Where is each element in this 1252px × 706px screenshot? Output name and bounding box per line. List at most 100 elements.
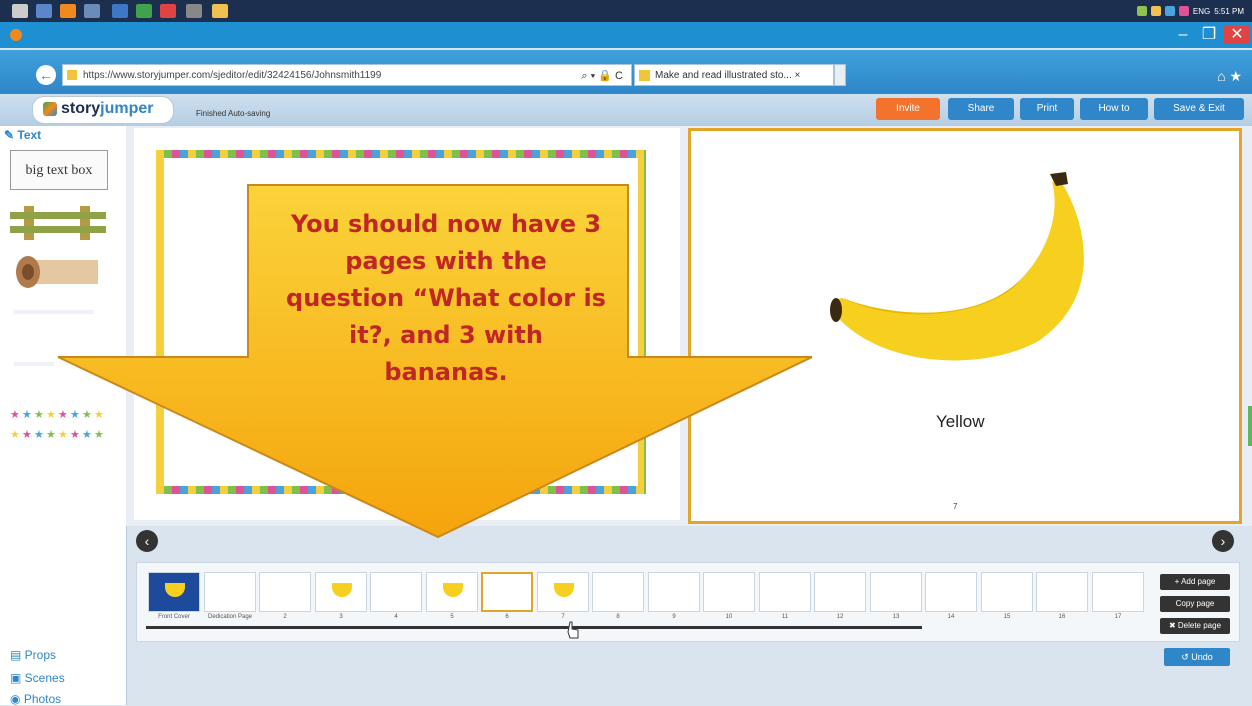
- address-bar[interactable]: https://www.storyjumper.com/sjeditor/edi…: [62, 64, 632, 86]
- page-thumbnail-label: 9: [672, 614, 676, 620]
- taskbar-app-icon[interactable]: [186, 4, 202, 18]
- page-thumbnail[interactable]: [925, 572, 977, 612]
- page-thumbnail-label: 16: [1058, 614, 1066, 620]
- tray-icon[interactable]: [1178, 6, 1189, 16]
- scenes-link[interactable]: ▣ Scenes: [10, 671, 65, 685]
- feedback-tab[interactable]: [1248, 406, 1252, 446]
- tray-icon[interactable]: [1164, 6, 1175, 16]
- tray-icon[interactable]: [1150, 6, 1161, 16]
- page-thumbnail-label: 13: [892, 614, 900, 620]
- page-thumbnail-label: 5: [450, 614, 454, 620]
- banana-image[interactable]: [820, 170, 1100, 370]
- page-thumbnail[interactable]: [259, 572, 311, 612]
- print-button[interactable]: Print: [1020, 98, 1074, 120]
- page-thumbnail[interactable]: [426, 572, 478, 612]
- page-thumbnail[interactable]: [592, 572, 644, 612]
- home-star-icons[interactable]: ⌂ ★: [1217, 68, 1242, 85]
- page-thumbnail[interactable]: [870, 572, 922, 612]
- media-player-icon: [10, 29, 22, 41]
- page-thumbnail[interactable]: [315, 572, 367, 612]
- back-button[interactable]: ←: [36, 65, 56, 85]
- undo-button[interactable]: ↺ Undo: [1164, 648, 1230, 666]
- page-thumbnail[interactable]: [481, 572, 533, 612]
- page-thumbnail-label: 11: [781, 614, 789, 620]
- taskbar-app-icon[interactable]: [112, 4, 128, 18]
- window-titlebar: [0, 22, 1252, 48]
- undo-label: Undo: [1191, 652, 1213, 662]
- thumbnail-scrollbar[interactable]: [146, 626, 922, 629]
- taskbar-app-icon[interactable]: [212, 4, 228, 18]
- save-exit-label: Save & Exit: [1173, 103, 1225, 114]
- address-bar-controls[interactable]: ⌕ ▾ 🔒 C: [581, 69, 623, 83]
- copy-page-button[interactable]: Copy page: [1160, 596, 1230, 612]
- delete-page-button[interactable]: ✖ Delete page: [1160, 618, 1230, 634]
- url-text[interactable]: https://www.storyjumper.com/sjeditor/edi…: [83, 70, 381, 81]
- page-thumbnail[interactable]: [814, 572, 866, 612]
- page-thumbnail-label: 14: [947, 614, 955, 620]
- instruction-text: You should now have 3 pages with the que…: [246, 206, 646, 391]
- page-thumbnail[interactable]: [703, 572, 755, 612]
- svg-text:★: ★: [22, 429, 32, 441]
- page-thumbnail-label: 3: [339, 614, 343, 620]
- page-thumbnail[interactable]: [981, 572, 1033, 612]
- tray-language[interactable]: ENG: [1193, 7, 1210, 16]
- tray-clock[interactable]: 5:51 PM: [1214, 7, 1244, 16]
- photos-link[interactable]: ◉ Photos: [10, 692, 61, 706]
- page-number: 7: [953, 502, 958, 511]
- hand-cursor-icon: [567, 621, 579, 639]
- page-thumbnail[interactable]: [370, 572, 422, 612]
- share-label: Share: [967, 103, 995, 114]
- taskbar-app-icon[interactable]: [160, 4, 176, 18]
- invite-button[interactable]: Invite: [876, 98, 940, 120]
- previous-page-button[interactable]: ‹: [136, 530, 158, 552]
- instruction-line: You should now have 3: [290, 210, 602, 238]
- svg-text:★: ★: [10, 429, 20, 441]
- page-thumbnail-label: Front Cover: [158, 614, 190, 620]
- text-header-label: Text: [17, 128, 42, 142]
- new-tab-button[interactable]: [834, 64, 846, 86]
- next-page-button[interactable]: ›: [1212, 530, 1234, 552]
- svg-text:★: ★: [22, 409, 32, 421]
- props-link[interactable]: ▤ Props: [10, 648, 56, 662]
- logo-mark-icon: [43, 102, 57, 116]
- taskbar-app-icon[interactable]: [36, 4, 52, 18]
- taskbar-app-icon[interactable]: [84, 4, 100, 18]
- system-tray: ENG 5:51 PM: [1136, 4, 1244, 18]
- page-thumbnail-label: 15: [1003, 614, 1011, 620]
- svg-text:★: ★: [10, 409, 20, 421]
- close-button[interactable]: ✕: [1224, 26, 1250, 44]
- browser-tab-active[interactable]: Make and read illustrated sto... ×: [634, 64, 834, 86]
- faint-prop[interactable]: [14, 362, 54, 366]
- page-thumbnail[interactable]: [148, 572, 200, 612]
- page-thumbnail[interactable]: [1036, 572, 1088, 612]
- tab-title[interactable]: Make and read illustrated sto... ×: [655, 70, 800, 81]
- page-thumbnail-label: 7: [561, 614, 565, 620]
- taskbar-app-icon[interactable]: [136, 4, 152, 18]
- storyjumper-logo[interactable]: storyjumper: [32, 96, 174, 124]
- minimize-button[interactable]: –: [1172, 26, 1194, 44]
- page-thumbnail-label: 12: [836, 614, 844, 620]
- taskbar: ENG 5:51 PM: [0, 0, 1252, 22]
- autosave-status: Finished Auto-saving: [196, 109, 271, 118]
- text-section-header[interactable]: ✎ Text: [4, 128, 41, 142]
- page-thumbnail[interactable]: [204, 572, 256, 612]
- share-button[interactable]: Share: [948, 98, 1014, 120]
- tray-icon[interactable]: [1136, 6, 1147, 16]
- restore-button[interactable]: ❐: [1198, 26, 1220, 44]
- page-thumbnail[interactable]: [1092, 572, 1144, 612]
- how-to-button[interactable]: How to: [1080, 98, 1148, 120]
- page-thumbnail-label: 10: [725, 614, 733, 620]
- props-label: Props: [24, 648, 57, 662]
- page-thumbnail[interactable]: [648, 572, 700, 612]
- add-page-button[interactable]: + Add page: [1160, 574, 1230, 590]
- banana-thumb-icon: [443, 583, 463, 597]
- page-thumbnail[interactable]: [759, 572, 811, 612]
- color-caption[interactable]: Yellow: [936, 412, 985, 432]
- site-favicon-icon: [67, 70, 77, 80]
- page-thumbnail[interactable]: [537, 572, 589, 612]
- save-exit-button[interactable]: Save & Exit: [1154, 98, 1244, 120]
- start-icon[interactable]: [12, 4, 28, 18]
- svg-text:★: ★: [34, 409, 44, 421]
- taskbar-app-icon[interactable]: [60, 4, 76, 18]
- page-thumbnail-label: Dedication Page: [207, 614, 253, 620]
